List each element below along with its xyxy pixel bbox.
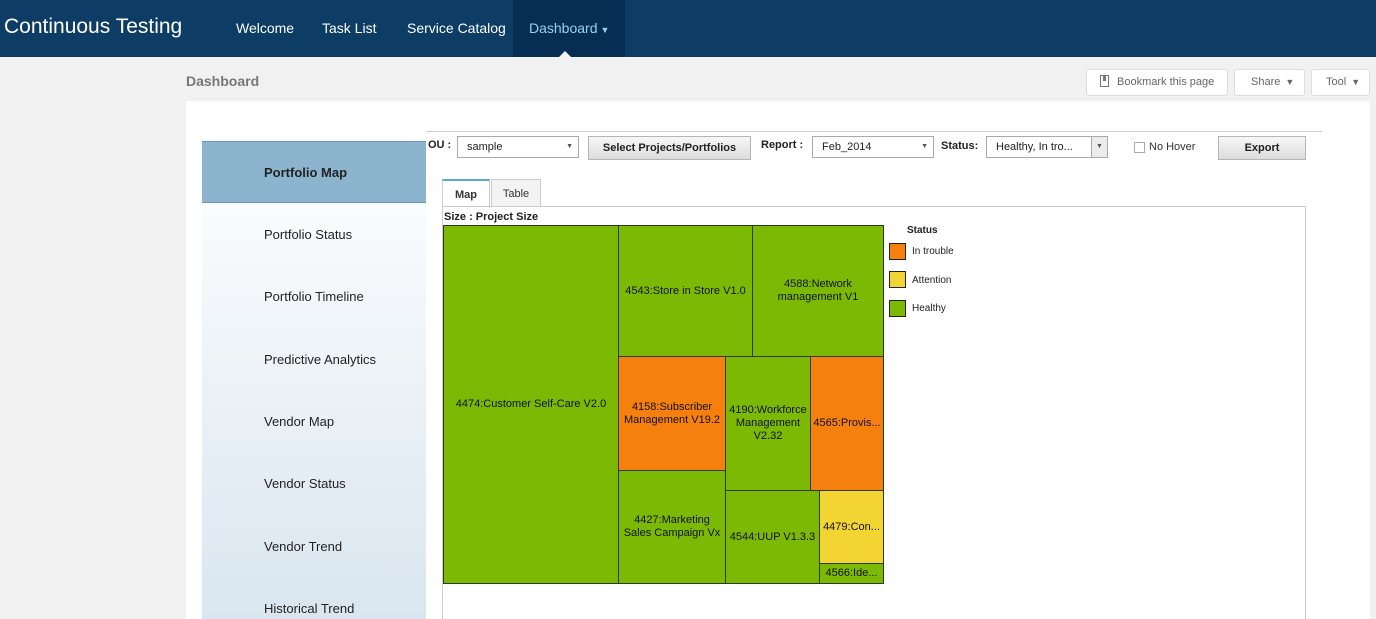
ou-label: OU : (428, 139, 452, 151)
tool-label: Tool (1326, 76, 1347, 88)
sidebar-item-historical-trend[interactable]: Historical Trend (202, 578, 426, 619)
sidebar-item-portfolio-timeline[interactable]: Portfolio Timeline (202, 266, 426, 328)
bookmark-label: Bookmark this page (1117, 76, 1215, 88)
nav-dashboard-label: Dashboard (529, 20, 598, 36)
top-navigation-bar: Continuous Testing Welcome Task List Ser… (0, 0, 1376, 57)
treemap-tile[interactable]: 4474:Customer Self-Care V2.0 (443, 225, 619, 584)
bookmark-icon (1100, 75, 1109, 87)
legend-title: Status (907, 225, 938, 236)
tool-button[interactable]: Tool ▼ (1311, 69, 1370, 96)
nav-welcome[interactable]: Welcome (236, 0, 294, 57)
sidebar-item-predictive-analytics[interactable]: Predictive Analytics (202, 329, 426, 391)
tab-map[interactable]: Map (442, 179, 490, 208)
export-button[interactable]: Export (1218, 136, 1306, 160)
nav-service-catalog[interactable]: Service Catalog (407, 0, 506, 57)
legend-swatch-healthy (889, 300, 906, 317)
dropdown-arrow-icon: ▼ (566, 143, 573, 150)
bookmark-button[interactable]: Bookmark this page (1086, 69, 1228, 96)
status-select[interactable]: Healthy, In tro... ▼ (986, 136, 1108, 158)
ou-select[interactable]: sample ▼ (457, 136, 579, 158)
report-select[interactable]: Feb_2014 ▼ (812, 136, 934, 158)
no-hover-label: No Hover (1149, 141, 1196, 153)
sidebar-item-vendor-map[interactable]: Vendor Map (202, 391, 426, 453)
treemap-tile[interactable]: 4544:UUP V1.3.3 (725, 490, 820, 584)
treemap-tile[interactable]: 4190:Workforce Management V2.32 (725, 356, 811, 491)
share-button[interactable]: Share ▼ (1234, 69, 1305, 96)
treemap-tile[interactable]: 4158:Subscriber Management V19.2 (618, 356, 726, 471)
sidebar: Portfolio Map Portfolio Status Portfolio… (202, 141, 426, 619)
nav-task-list[interactable]: Task List (322, 0, 376, 57)
legend-swatch-attention (889, 271, 906, 288)
sidebar-item-portfolio-status[interactable]: Portfolio Status (202, 204, 426, 266)
status-value: Healthy, In tro... (996, 141, 1073, 153)
treemap-tile[interactable]: 4588:Network management V1 (752, 225, 884, 357)
chevron-down-icon: ▼ (1351, 77, 1361, 87)
legend-label: Healthy (912, 303, 946, 314)
active-nav-pointer-icon (559, 51, 571, 57)
sidebar-item-vendor-status[interactable]: Vendor Status (202, 453, 426, 515)
ou-value: sample (467, 141, 503, 153)
no-hover-checkbox[interactable] (1134, 142, 1145, 153)
chevron-down-icon: ▼ (1285, 77, 1295, 87)
treemap-tile[interactable]: 4543:Store in Store V1.0 (618, 225, 753, 357)
page-title: Dashboard (186, 73, 260, 89)
status-label: Status: (941, 140, 979, 152)
nav-dashboard[interactable]: Dashboard ▼ (513, 0, 626, 57)
sidebar-item-portfolio-map[interactable]: Portfolio Map (202, 141, 426, 203)
chevron-down-icon: ▼ (600, 25, 610, 35)
legend-label: In trouble (912, 246, 954, 257)
treemap-tile[interactable]: 4427:Marketing Sales Campaign Vx (618, 470, 726, 584)
size-label: Size : Project Size (444, 211, 539, 223)
dropdown-arrow-icon: ▼ (921, 143, 928, 150)
treemap-tile[interactable]: 4479:Con... (819, 490, 884, 564)
sidebar-item-vendor-trend[interactable]: Vendor Trend (202, 516, 426, 578)
legend-swatch-in-trouble (889, 243, 906, 260)
select-projects-button[interactable]: Select Projects/Portfolios (588, 136, 751, 160)
treemap-tile[interactable]: 4566:Ide... (819, 563, 884, 584)
report-label: Report : (761, 139, 804, 151)
report-value: Feb_2014 (822, 141, 872, 153)
tab-table[interactable]: Table (491, 179, 541, 207)
treemap-tile[interactable]: 4565:Provis... (810, 356, 884, 491)
share-label: Share (1251, 76, 1281, 88)
dropdown-arrow-icon: ▼ (1091, 137, 1107, 157)
legend-label: Attention (912, 275, 952, 286)
app-title: Continuous Testing (4, 15, 183, 38)
toolbar-divider (426, 131, 1322, 132)
